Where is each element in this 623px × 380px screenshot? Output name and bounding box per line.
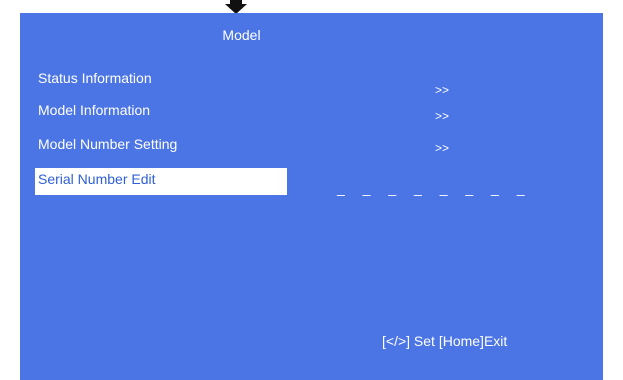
- key-hint: [</>] Set [Home]Exit: [382, 333, 508, 349]
- menu-item-serial-number-edit[interactable]: Serial Number Edit: [35, 168, 287, 195]
- menu-item-label: Model Information: [38, 102, 151, 118]
- menu-title: Model: [222, 27, 261, 43]
- menu-item-label: Status Information: [38, 70, 152, 86]
- submenu-chevron-icon: >>: [435, 141, 450, 155]
- menu-item-label: Serial Number Edit: [38, 171, 156, 187]
- serial-number-field[interactable]: _ _ _ _ _ _ _ _: [337, 180, 525, 196]
- submenu-chevron-icon: >>: [435, 83, 450, 97]
- menu-item-status-information[interactable]: Status Information: [35, 67, 287, 94]
- menu-item-model-number-setting[interactable]: Model Number Setting: [35, 133, 287, 160]
- menu-item-label: Model Number Setting: [38, 136, 178, 152]
- submenu-chevron-icon: >>: [435, 109, 450, 123]
- osd-menu-panel: Model Status Information >> Model Inform…: [20, 13, 603, 380]
- menu-item-model-information[interactable]: Model Information: [35, 99, 287, 126]
